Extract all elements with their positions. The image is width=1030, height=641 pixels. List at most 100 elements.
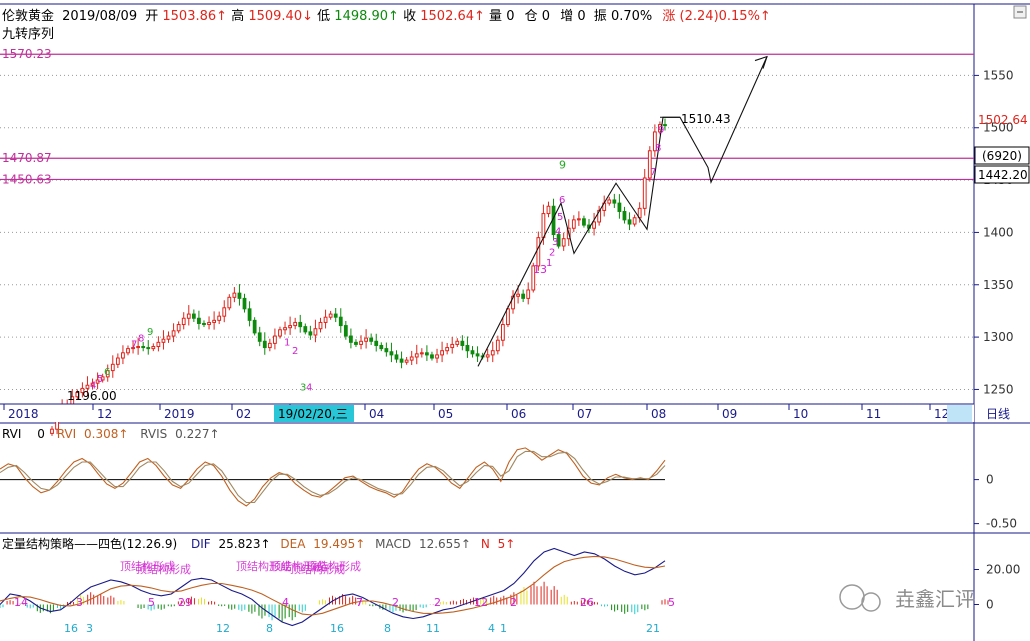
candle-body: [379, 344, 384, 350]
candle-body: [227, 296, 232, 309]
candle-body: [252, 319, 257, 334]
macd-count-top: 2: [434, 596, 441, 609]
macd-legend-name: 定量结构策略——四色(12.26.9): [2, 536, 177, 551]
candle-body: [338, 316, 343, 327]
close-label: 收: [403, 9, 416, 24]
td-count-label: 9: [658, 125, 664, 136]
date-tick-label: 09: [722, 407, 737, 421]
candle-body: [293, 321, 298, 327]
candle-body: [333, 313, 338, 318]
candle-body: [328, 313, 333, 318]
candle-body: [278, 329, 282, 337]
td-count-label: 7: [131, 340, 137, 351]
macd-count-top: 5: [668, 596, 675, 609]
candle-body: [612, 199, 617, 204]
candle-body: [50, 428, 54, 434]
n-label: N: [481, 537, 490, 551]
date-tick-label: 07: [577, 407, 592, 421]
rvi-legend-label: RVI: [57, 427, 76, 441]
rvi-legend-param: 0: [37, 427, 45, 441]
td-count-label: 8: [138, 333, 144, 344]
candle-body: [470, 350, 475, 355]
high-value: 1509.40↓: [248, 9, 313, 24]
candle-body: [298, 321, 303, 328]
td-count-label: 6: [559, 195, 565, 206]
candle-body: [440, 350, 444, 356]
date-tick-label: 06: [511, 407, 526, 421]
macd-count-top: 4: [282, 596, 289, 609]
structure-annotation: 顶结构形成: [306, 559, 361, 573]
candle-body: [121, 352, 125, 359]
candle-body: [424, 352, 429, 356]
candle-body: [389, 351, 394, 356]
macd-count-top: 2: [510, 596, 517, 609]
price-level-label: 1450.63: [2, 172, 52, 186]
quote-date: 2019/08/09: [62, 9, 137, 24]
date-tick-label: 10: [793, 407, 808, 421]
position-value: 0: [542, 9, 550, 24]
candle-body: [354, 341, 358, 345]
candle-body: [247, 308, 252, 321]
td-count-label: 9: [147, 327, 153, 338]
candle-body: [115, 357, 120, 365]
candle-body: [110, 363, 115, 372]
candle-body: [465, 344, 470, 352]
candle-body: [506, 308, 510, 326]
candle-body: [541, 213, 546, 239]
candle-body: [450, 343, 455, 349]
macd-count-top: 2: [392, 596, 399, 609]
candle-body: [642, 177, 647, 209]
candle-body: [349, 335, 353, 343]
candle-body: [384, 348, 389, 353]
candle-body: [475, 353, 480, 357]
candle-body: [571, 219, 576, 229]
macd-count-top: 7: [356, 596, 363, 609]
td-count-label: 4: [555, 227, 561, 238]
candle-body: [404, 359, 409, 363]
level-label: 1442.20: [978, 168, 1028, 182]
candle-body: [207, 321, 211, 326]
candle-body: [202, 322, 206, 326]
open-label: 开: [145, 9, 158, 24]
increase-value: 0: [577, 9, 585, 24]
candle-body: [592, 221, 596, 229]
macd-count-bottom: 8: [266, 622, 273, 635]
macd-count-bottom: 16: [64, 622, 78, 635]
macd-tick-label: 0: [986, 598, 994, 612]
td-count-label: 4: [306, 382, 312, 393]
candle-body: [318, 321, 323, 330]
macd-value: 12.655↑: [419, 537, 471, 551]
candle-body: [197, 317, 201, 324]
count-label: (6920): [982, 149, 1022, 163]
candle-body: [217, 315, 222, 321]
date-tick-label: 11: [866, 407, 881, 421]
candle-body: [303, 326, 308, 333]
candle-body: [500, 324, 505, 341]
date-tick-label: 2018: [8, 407, 39, 421]
rvi-tick-label: 0: [986, 473, 994, 487]
period-label[interactable]: 日线: [986, 407, 1010, 421]
candle-body: [212, 319, 217, 323]
candle-body: [536, 237, 541, 267]
candle-body: [323, 316, 328, 323]
candle-body: [313, 328, 318, 336]
macd-count-bottom: 11: [426, 622, 440, 635]
candle-body: [369, 337, 374, 342]
last-close-label: 1502.64: [978, 113, 1028, 127]
candle-body: [460, 340, 465, 346]
candle-body: [374, 340, 379, 346]
candle-body: [495, 339, 500, 352]
rvis-legend-value: 0.227↑: [175, 427, 219, 441]
candle-body: [627, 219, 632, 225]
n-value: 5↑: [498, 537, 516, 551]
macd-legend: 定量结构策略——四色(12.26.9) DIF 25.823↑ DEA 19.4…: [2, 536, 515, 551]
candle-body: [561, 238, 566, 247]
td-count-label: 6: [104, 367, 110, 378]
candle-body: [364, 337, 368, 342]
candle-body: [237, 292, 242, 299]
td-count-label: 2: [549, 247, 555, 258]
scroll-indicator[interactable]: [947, 405, 972, 422]
candle-body: [576, 218, 581, 221]
macd-count-bottom: 12: [216, 622, 230, 635]
macd-count-top: 14: [14, 596, 28, 609]
